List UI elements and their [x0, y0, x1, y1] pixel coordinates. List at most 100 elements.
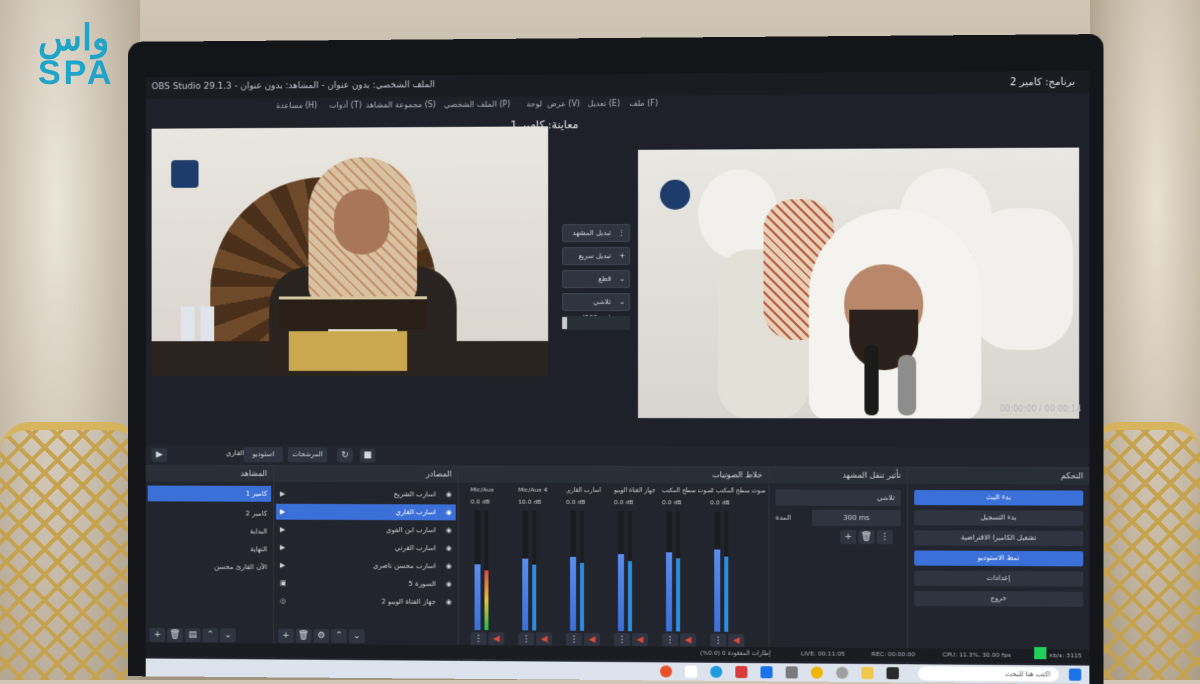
source-item[interactable]: ▶اسارب الشريخ◉ — [276, 486, 456, 503]
transition-button-label: تبديل المشهد — [573, 229, 611, 237]
windows-start-icon[interactable] — [1069, 669, 1081, 681]
channel-name: جهاز الفتاة الويبو — [614, 487, 656, 494]
menu-docks[interactable]: لوحة — [526, 99, 542, 108]
volume-meter[interactable] — [570, 511, 576, 631]
menu-file[interactable]: ملف (F) — [629, 99, 658, 108]
menu-edit[interactable]: تعديل (E) — [588, 99, 620, 108]
preview-canvas[interactable] — [152, 126, 549, 376]
quick-transition-button[interactable]: تبديل سريع+ — [562, 247, 630, 265]
obs-icon[interactable] — [836, 667, 848, 679]
app-title: OBS Studio 29.1.3 - الملف الشخصي: بدون ع… — [152, 80, 435, 92]
fade-dropdown[interactable]: تلاشي (300ms)⌄ — [562, 293, 630, 311]
remove-source-icon[interactable]: 🗑 — [296, 629, 312, 643]
cut-dropdown[interactable]: قطع⌄ — [562, 270, 630, 288]
more-icon[interactable]: ⋮ — [566, 633, 582, 647]
remove-transition-icon[interactable]: 🗑 — [858, 530, 874, 544]
move-down-icon[interactable]: ⌄ — [349, 629, 365, 643]
menu-tools[interactable]: أدوات (T) — [329, 101, 362, 110]
settings-icon[interactable] — [887, 667, 899, 679]
volume-meter[interactable] — [475, 510, 481, 630]
menu-profile[interactable]: الملف الشخصي (P) — [444, 100, 510, 109]
volume-fader[interactable] — [628, 511, 632, 631]
stop-icon[interactable]: ■ — [360, 448, 378, 462]
more-icon[interactable]: ⋮ — [710, 634, 726, 648]
task-view-icon[interactable] — [685, 666, 697, 678]
edge-icon[interactable] — [710, 666, 722, 678]
volume-fader[interactable] — [676, 511, 680, 631]
control-button[interactable]: إعدادات — [914, 571, 1083, 587]
controls-dock: التحكم بدء البث بدء التسجيل تشغيل الكاميرا… — [908, 468, 1089, 671]
channel-name: صوت سطح المكتب 2 — [710, 487, 766, 494]
scene-item[interactable]: البداية — [148, 523, 271, 539]
scene-item[interactable]: كامير 2 — [148, 505, 271, 521]
more-icon[interactable]: ⋮ — [471, 632, 487, 646]
speaker-icon[interactable]: ◀ — [584, 633, 600, 647]
studio-mode-toggle[interactable]: استوديو — [244, 447, 283, 462]
more-icon[interactable]: ⋮ — [614, 633, 630, 647]
control-button[interactable]: نمط الاستوديو — [914, 550, 1083, 566]
scene-filter-icon[interactable]: ▤ — [185, 628, 201, 642]
more-icon[interactable]: ⋮ — [662, 633, 678, 647]
move-up-icon[interactable]: ⌃ — [202, 628, 218, 642]
chrome-icon[interactable] — [811, 667, 823, 679]
speaker-icon[interactable]: ◀ — [536, 632, 552, 646]
dropped-frames: إطارات المفقودة 0 (0.0%) — [700, 647, 770, 662]
speaker-icon[interactable]: ◀ — [680, 633, 696, 647]
menu-help[interactable]: مساعدة (H) — [276, 101, 317, 110]
store-icon[interactable] — [760, 666, 772, 678]
source-item[interactable]: ▶اسارب القرني◉ — [276, 539, 456, 556]
speaker-icon[interactable]: ◀ — [728, 634, 744, 648]
mail-icon[interactable] — [786, 666, 798, 678]
scene-item[interactable]: الآن القارئ محسن — [148, 559, 271, 575]
menu-view[interactable]: عرض (V) — [547, 99, 580, 108]
volume-fader[interactable] — [532, 511, 536, 631]
transition-type-select[interactable]: تلاشي — [776, 490, 901, 507]
app-icon[interactable] — [735, 666, 747, 678]
filters-button[interactable]: المرشحات — [288, 447, 327, 462]
scene-play-icon[interactable]: ▶ — [152, 448, 170, 462]
control-button[interactable]: تشغيل الكاميرا الافتراضية — [914, 530, 1083, 546]
add-scene-icon[interactable]: + — [150, 628, 166, 642]
volume-fader[interactable] — [580, 511, 584, 631]
source-item[interactable]: ▶اسارب القاري◉ — [276, 504, 456, 521]
folder-icon[interactable] — [861, 667, 873, 679]
scene-item[interactable]: النهاية — [148, 541, 271, 557]
source-item[interactable]: ▣السورة 5◉ — [276, 575, 456, 592]
volume-meter[interactable] — [618, 511, 624, 631]
remove-scene-icon[interactable]: 🗑 — [167, 628, 183, 642]
more-icon[interactable]: ⋮ — [877, 530, 893, 544]
add-source-icon[interactable]: + — [278, 629, 294, 643]
volume-fader[interactable] — [724, 511, 728, 631]
refresh-icon[interactable]: ↻ — [337, 448, 355, 462]
more-icon[interactable]: ⋮ — [518, 632, 534, 646]
speaker-icon[interactable]: ◀ — [632, 633, 648, 647]
control-button[interactable]: بدء التسجيل — [914, 510, 1083, 526]
t-bar-handle[interactable] — [562, 317, 567, 329]
move-up-icon[interactable]: ⌃ — [331, 629, 347, 643]
volume-meter[interactable] — [666, 511, 672, 631]
menu-scene-collection[interactable]: مجموعة المشاهد (S) — [366, 100, 436, 109]
transition-button[interactable]: تبديل المشهد⋮ — [562, 224, 630, 242]
worshipper — [971, 208, 1073, 350]
control-button[interactable]: بدء البث — [914, 490, 1083, 506]
speaker-icon[interactable]: ◀ — [488, 632, 504, 646]
firefox-icon[interactable] — [660, 665, 672, 677]
control-button[interactable]: خروج — [914, 591, 1083, 607]
visibility-icon: ◉ — [446, 558, 452, 574]
volume-meter[interactable] — [714, 511, 720, 631]
volume-fader[interactable] — [484, 511, 488, 631]
duration-input[interactable]: 300 ms — [812, 510, 901, 526]
source-item[interactable]: ▶اسارب محسن ناصري◉ — [276, 557, 456, 574]
program-canvas[interactable] — [638, 148, 1079, 419]
move-down-icon[interactable]: ⌄ — [220, 628, 236, 642]
scene-item[interactable]: كامير 1 — [148, 486, 271, 502]
source-item[interactable]: ◎جهاز الفتاة الويبو 2◉ — [276, 593, 456, 610]
t-bar-slider[interactable] — [562, 316, 630, 330]
controls-header: التحكم — [908, 468, 1089, 485]
channel-name: Mic/Aux 4 — [518, 487, 547, 494]
add-transition-icon[interactable]: + — [840, 530, 856, 544]
source-settings-icon[interactable]: ⚙ — [313, 629, 329, 643]
source-item[interactable]: ▶اسارب ابن الفوي◉ — [276, 522, 456, 539]
taskbar-search-input[interactable]: اكتب هنا للبحث — [918, 666, 1059, 681]
volume-meter[interactable] — [522, 511, 528, 631]
